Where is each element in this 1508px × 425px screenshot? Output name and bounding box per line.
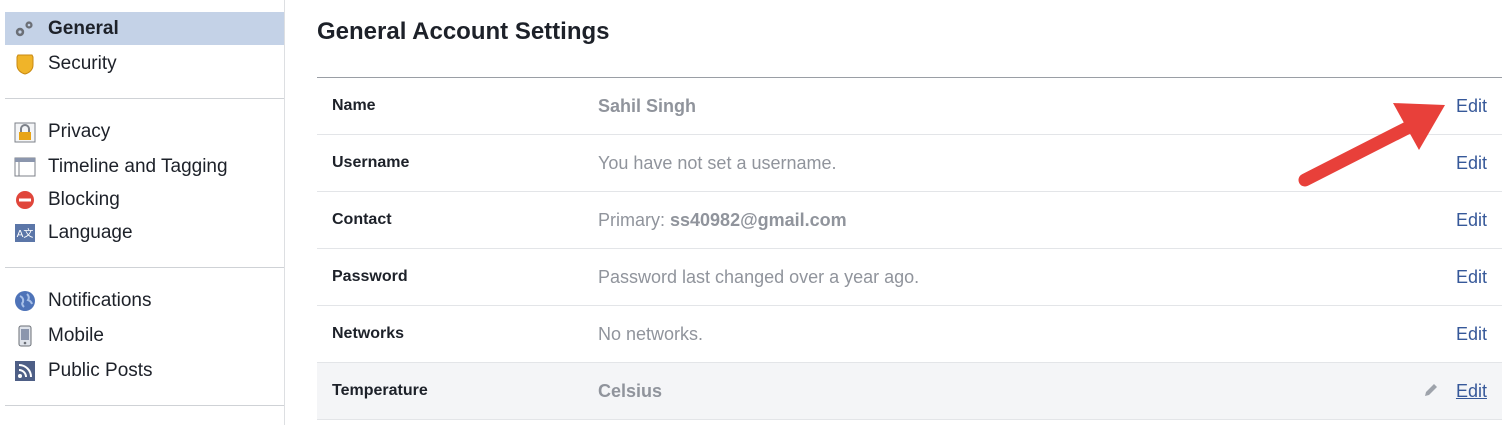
row-value: Celsius bbox=[598, 380, 663, 401]
contact-email: ss40982@gmail.com bbox=[670, 209, 847, 230]
sidebar-item-language[interactable]: A文 Language bbox=[5, 216, 284, 249]
sidebar-item-label: Privacy bbox=[48, 120, 111, 142]
row-label: Name bbox=[332, 97, 376, 114]
globe-icon bbox=[13, 289, 37, 313]
sidebar-item-notifications[interactable]: Notifications bbox=[5, 284, 284, 317]
sidebar-item-label: Timeline and Tagging bbox=[48, 155, 228, 177]
timeline-icon bbox=[13, 155, 37, 179]
row-label: Password bbox=[332, 268, 408, 285]
row-value: You have not set a username. bbox=[598, 152, 837, 173]
main-content: General Account Settings Name Sahil Sing… bbox=[317, 0, 1502, 425]
sidebar-divider bbox=[5, 405, 284, 406]
edit-password-link[interactable]: Edit bbox=[1456, 267, 1487, 288]
edit-contact-link[interactable]: Edit bbox=[1456, 210, 1487, 231]
shield-icon bbox=[13, 52, 37, 76]
sidebar-item-label: Security bbox=[48, 52, 117, 74]
row-label: Networks bbox=[332, 325, 405, 342]
sidebar-item-security[interactable]: Security bbox=[5, 47, 284, 80]
row-value: Sahil Singh bbox=[598, 95, 697, 116]
settings-sidebar: General Security Privacy Timeline and Ta… bbox=[0, 0, 285, 425]
page-title: General Account Settings bbox=[317, 18, 610, 45]
sidebar-item-label: Language bbox=[48, 221, 133, 243]
contact-prefix: Primary: bbox=[598, 209, 670, 230]
row-label: Temperature bbox=[332, 382, 428, 399]
edit-name-link[interactable]: Edit bbox=[1456, 96, 1487, 117]
edit-networks-link[interactable]: Edit bbox=[1456, 324, 1487, 345]
row-value: Primary: ss40982@gmail.com bbox=[598, 210, 847, 231]
edit-username-link[interactable]: Edit bbox=[1456, 153, 1487, 174]
block-icon bbox=[13, 188, 37, 212]
sidebar-item-label: Mobile bbox=[48, 324, 104, 346]
sidebar-item-label: Blocking bbox=[48, 188, 120, 210]
settings-row-temperature[interactable]: Temperature Celsius Edit bbox=[317, 363, 1502, 420]
row-value: Password last changed over a year ago. bbox=[598, 266, 920, 287]
row-label: Contact bbox=[332, 211, 392, 228]
sidebar-divider bbox=[5, 267, 284, 268]
lock-icon bbox=[13, 120, 37, 144]
phone-icon bbox=[13, 324, 37, 348]
sidebar-item-privacy[interactable]: Privacy bbox=[5, 115, 284, 148]
sidebar-item-label: Notifications bbox=[48, 289, 152, 311]
settings-row-networks[interactable]: Networks No networks. Edit bbox=[317, 306, 1502, 363]
row-value: No networks. bbox=[598, 323, 704, 344]
sidebar-item-timeline-and-tagging[interactable]: Timeline and Tagging bbox=[5, 150, 284, 183]
rss-icon bbox=[13, 359, 37, 383]
settings-row-password[interactable]: Password Password last changed over a ye… bbox=[317, 249, 1502, 306]
sidebar-item-label: Public Posts bbox=[48, 359, 153, 381]
language-icon: A文 bbox=[13, 221, 37, 245]
row-label: Username bbox=[332, 154, 410, 171]
annotation-arrow bbox=[1298, 103, 1445, 187]
svg-text:A文: A文 bbox=[17, 227, 34, 240]
sidebar-divider bbox=[5, 98, 284, 99]
gears-icon bbox=[13, 17, 37, 41]
sidebar-item-public-posts[interactable]: Public Posts bbox=[5, 354, 284, 387]
sidebar-item-blocking[interactable]: Blocking bbox=[5, 183, 284, 216]
settings-row-contact[interactable]: Contact Primary: ss40982@gmail.com Edit bbox=[317, 192, 1502, 249]
sidebar-item-label: General bbox=[48, 17, 119, 39]
edit-temperature-link[interactable]: Edit bbox=[1456, 381, 1487, 402]
sidebar-item-mobile[interactable]: Mobile bbox=[5, 319, 284, 352]
pencil-icon bbox=[1422, 381, 1440, 404]
sidebar-item-general[interactable]: General bbox=[5, 12, 284, 45]
